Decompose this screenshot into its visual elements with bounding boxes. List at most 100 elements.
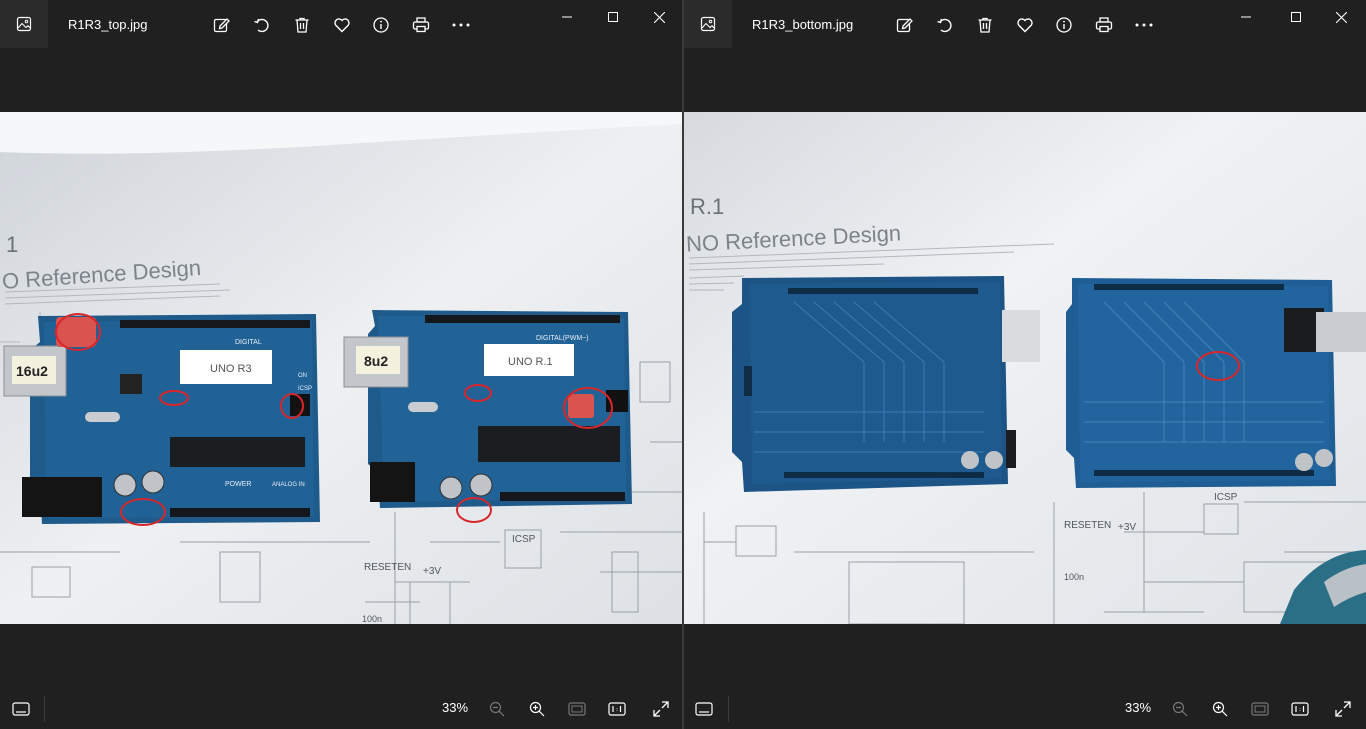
info-icon: [373, 17, 389, 33]
schematic-100n-label: 100n: [1064, 572, 1084, 582]
filmstrip-button[interactable]: [8, 696, 34, 722]
fullscreen-button[interactable]: [1330, 696, 1356, 722]
board1-chip-tag: 16u2: [16, 363, 48, 379]
zoom-out-icon: [1172, 701, 1188, 717]
rotate-icon: [937, 18, 952, 33]
fullscreen-icon: [653, 701, 669, 717]
close-icon: [653, 11, 665, 23]
minimize-icon: [1241, 16, 1251, 18]
doc-marker: R.1: [690, 194, 724, 219]
maximize-icon: [1291, 12, 1301, 22]
silk-digital-label: DIGITAL: [235, 339, 262, 346]
fullscreen-button[interactable]: [648, 696, 674, 722]
print-button[interactable]: [408, 12, 434, 38]
title-bar: R1R3_bottom.jpg: [684, 0, 1366, 50]
silk-icsp-label: ICSP: [298, 386, 312, 392]
actual-size-icon: [608, 702, 626, 716]
fit-to-window-button[interactable]: [1247, 696, 1273, 722]
info-icon: [1056, 17, 1072, 33]
photos-app-icon[interactable]: [0, 0, 48, 48]
close-button[interactable]: [636, 0, 682, 34]
print-icon: [1095, 17, 1113, 33]
zoom-in-button[interactable]: [524, 696, 550, 722]
photo-image: R.1 NO Reference Design RESETEN +3V ICSP…: [684, 112, 1366, 624]
more-button[interactable]: [448, 12, 474, 38]
rotate-button[interactable]: [932, 12, 958, 38]
arduino-board-bottom-2: [1066, 278, 1366, 488]
zoom-level: 33%: [442, 700, 469, 715]
filmstrip-icon: [695, 702, 713, 716]
image-viewer[interactable]: R.1 NO Reference Design RESETEN +3V ICSP…: [684, 112, 1366, 624]
fit-to-window-button[interactable]: [564, 696, 590, 722]
delete-icon: [295, 17, 309, 33]
fit-to-window-icon: [1251, 702, 1269, 716]
print-button[interactable]: [1091, 12, 1117, 38]
status-bar: 33%: [684, 688, 1366, 729]
filmstrip-icon: [12, 702, 30, 716]
status-bar: 33%: [0, 688, 682, 729]
favorite-button[interactable]: [1012, 12, 1038, 38]
maximize-button[interactable]: [1273, 0, 1319, 34]
schematic-3v-label: +3V: [1118, 522, 1136, 533]
maximize-icon: [608, 12, 618, 22]
filmstrip-button[interactable]: [691, 696, 717, 722]
maximize-button[interactable]: [590, 0, 636, 34]
minimize-button[interactable]: [544, 0, 590, 34]
board2-chip-tag: 8u2: [364, 353, 388, 369]
info-button[interactable]: [368, 12, 394, 38]
edit-image-button[interactable]: [209, 12, 235, 38]
file-name: R1R3_top.jpg: [68, 17, 148, 32]
delete-icon: [978, 17, 992, 33]
schematic-icsp-label: ICSP: [1214, 492, 1238, 503]
image-viewer[interactable]: 1 O Reference Design RESETEN +3V ICSP 10…: [0, 112, 682, 624]
arduino-board-bottom-1: [732, 276, 1040, 492]
actual-size-button[interactable]: [604, 696, 630, 722]
close-icon: [1335, 11, 1347, 23]
print-icon: [412, 17, 430, 33]
schematic-reset-label: RESETEN: [364, 562, 411, 573]
silk-on-label: ON: [298, 373, 307, 379]
edit-image-icon: [896, 18, 913, 33]
more-icon: [1135, 23, 1153, 27]
favorite-button[interactable]: [329, 12, 355, 38]
silk-power-label: POWER: [225, 481, 251, 488]
silk-digital-pwm-label: DIGITAL(PWM~): [536, 335, 589, 342]
schematic-3v-label: +3V: [423, 566, 441, 577]
rotate-icon: [254, 18, 269, 33]
actual-size-button[interactable]: [1287, 696, 1313, 722]
delete-button[interactable]: [972, 12, 998, 38]
zoom-level: 33%: [1125, 700, 1152, 715]
heart-icon: [1017, 18, 1033, 33]
board1-label: UNO R3: [210, 363, 252, 375]
schematic-reset-label: RESETEN: [1064, 520, 1111, 531]
title-bar: R1R3_top.jpg: [0, 0, 682, 50]
fullscreen-icon: [1335, 701, 1351, 717]
photo-image: 1 O Reference Design RESETEN +3V ICSP 10…: [0, 112, 682, 624]
delete-button[interactable]: [289, 12, 315, 38]
file-name: R1R3_bottom.jpg: [752, 17, 854, 32]
rotate-button[interactable]: [249, 12, 275, 38]
minimize-button[interactable]: [1223, 0, 1269, 34]
zoom-in-icon: [529, 701, 545, 717]
zoom-in-button[interactable]: [1207, 696, 1233, 722]
actual-size-icon: [1291, 702, 1309, 716]
board2-label: UNO R.1: [508, 356, 553, 368]
doc-marker: 1: [6, 232, 18, 257]
status-separator: [728, 696, 729, 722]
photos-window-right: R1R3_bottom.jpg R.1 NO Reference Design …: [684, 0, 1366, 729]
close-button[interactable]: [1318, 0, 1364, 34]
schematic-100n-label: 100n: [362, 614, 382, 624]
zoom-out-button[interactable]: [1167, 696, 1193, 722]
zoom-out-button[interactable]: [484, 696, 510, 722]
schematic-icsp-label: ICSP: [512, 534, 536, 545]
arduino-board-r1: 8u2 UNO R.1 DIGITAL(PWM~): [343, 310, 632, 508]
fit-to-window-icon: [568, 702, 586, 716]
more-button[interactable]: [1131, 12, 1157, 38]
info-button[interactable]: [1051, 12, 1077, 38]
heart-icon: [334, 18, 350, 33]
minimize-icon: [562, 16, 572, 18]
edit-image-button[interactable]: [892, 12, 918, 38]
photos-window-left: R1R3_top.jpg 1 O Reference Design RESETE…: [0, 0, 682, 729]
photos-app-icon[interactable]: [684, 0, 732, 48]
status-separator: [44, 696, 45, 722]
